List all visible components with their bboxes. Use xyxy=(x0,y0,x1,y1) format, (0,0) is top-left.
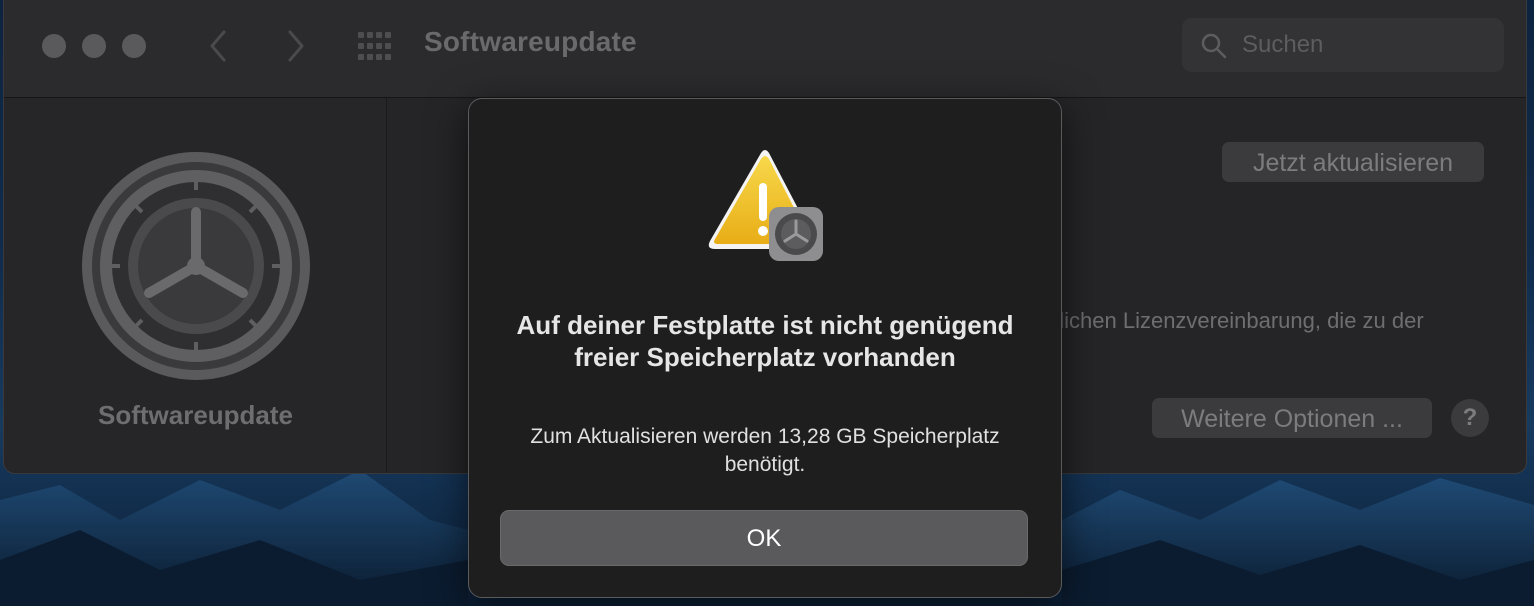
sidebar: Softwareupdate xyxy=(4,98,387,473)
close-window-button[interactable] xyxy=(42,34,66,58)
alert-title: Auf deiner Festplatte ist nicht genügend… xyxy=(516,310,1014,372)
gear-icon xyxy=(80,150,312,382)
window-title: Softwareupdate xyxy=(424,26,637,57)
alert-message: Zum Aktualisieren werden 13,28 GB Speich… xyxy=(530,425,1000,476)
show-all-grid-icon[interactable] xyxy=(356,30,392,62)
window-titlebar: Softwareupdate xyxy=(4,0,1526,98)
zoom-window-button[interactable] xyxy=(122,34,146,58)
ok-button[interactable]: OK xyxy=(500,510,1028,566)
minimize-window-button[interactable] xyxy=(82,34,106,58)
search-input[interactable] xyxy=(1242,18,1492,72)
search-field[interactable] xyxy=(1182,18,1504,72)
search-icon xyxy=(1200,32,1228,60)
back-arrow-icon[interactable] xyxy=(204,28,234,64)
update-now-button[interactable]: Jetzt aktualisieren xyxy=(1222,142,1484,182)
alert-dialog: Auf deiner Festplatte ist nicht genügend… xyxy=(468,98,1062,598)
sidebar-title: Softwareupdate xyxy=(97,400,294,430)
forward-arrow-icon[interactable] xyxy=(280,28,310,64)
license-text: glichen Lizenzvereinbarung, die zu der xyxy=(1047,308,1424,333)
help-button[interactable]: ? xyxy=(1451,399,1489,437)
more-options-button[interactable]: Weitere Optionen ... xyxy=(1152,398,1432,438)
warning-icon xyxy=(705,147,827,263)
